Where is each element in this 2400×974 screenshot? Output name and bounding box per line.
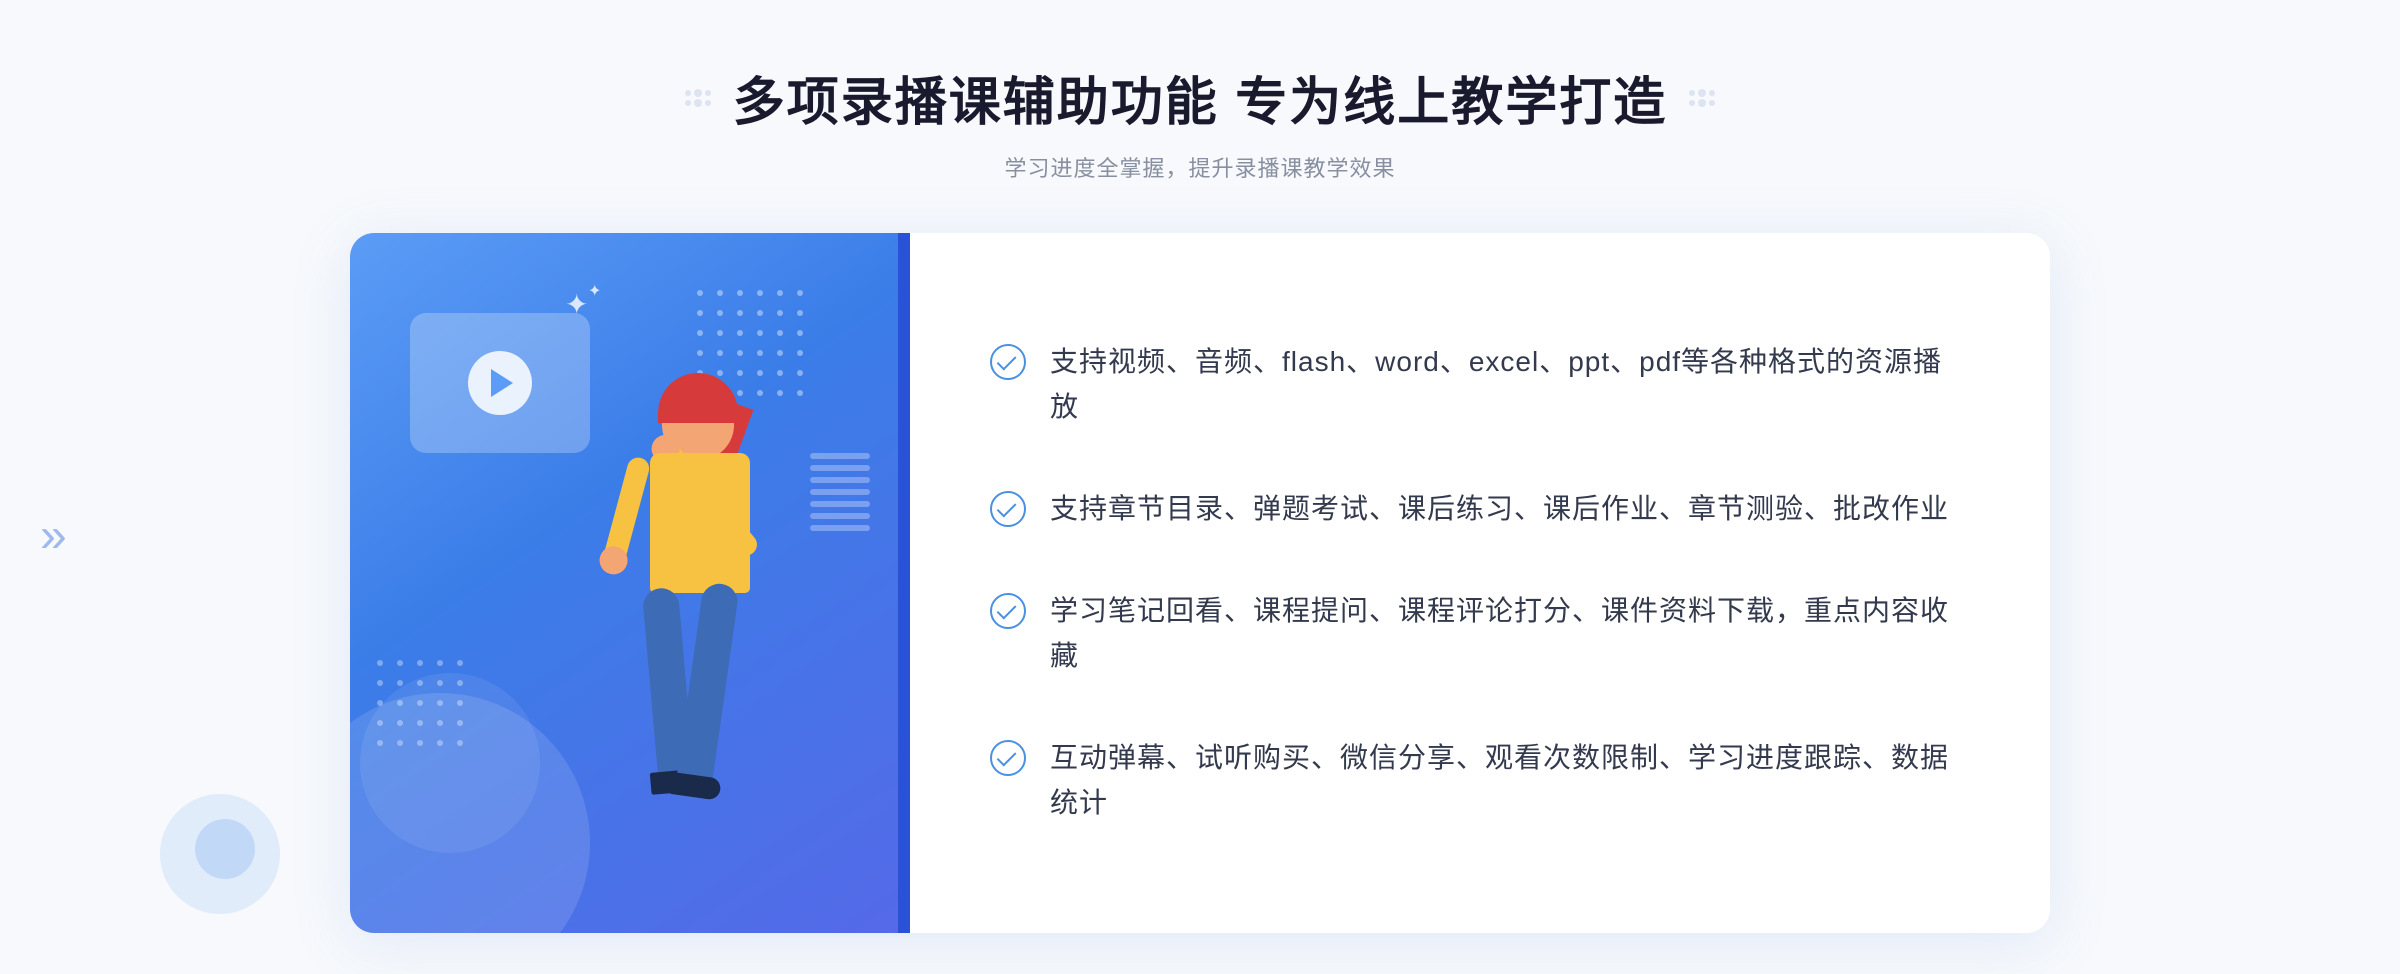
feature-item-2: 支持章节目录、弹题考试、课后练习、课后作业、章节测验、批改作业 — [990, 477, 1970, 542]
check-mark-4 — [997, 747, 1017, 767]
sparkle-icon-1: ✦ — [565, 288, 588, 321]
feature-text-2: 支持章节目录、弹题考试、课后练习、课后作业、章节测验、批改作业 — [1050, 487, 1949, 532]
figure-hand-left — [596, 543, 630, 577]
main-title: 多项录播课辅助功能 专为线上教学打造 — [733, 60, 1667, 135]
check-icon-1 — [990, 344, 1026, 380]
left-arrow-decoration: » — [40, 508, 67, 563]
check-icon-3 — [990, 593, 1026, 629]
page-container: 多项录播课辅助功能 专为线上教学打造 学习进度全掌握，提升录播课教学效果 — [0, 0, 2400, 974]
feature-text-4: 互动弹幕、试听购买、微信分享、观看次数限制、学习进度跟踪、数据统计 — [1050, 736, 1970, 826]
sub-title: 学习进度全掌握，提升录播课教学效果 — [1004, 151, 1395, 183]
blue-accent-bar — [898, 233, 910, 933]
check-icon-2 — [990, 491, 1026, 527]
feature-item-4: 互动弹幕、试听购买、微信分享、观看次数限制、学习进度跟踪、数据统计 — [990, 726, 1970, 836]
figure-torso — [650, 453, 750, 593]
figure-arm-left — [602, 455, 652, 567]
check-icon-4 — [990, 740, 1026, 776]
check-mark-2 — [997, 498, 1017, 518]
title-decoration-left — [683, 88, 713, 108]
feature-item-3: 学习笔记回看、课程提问、课程评论打分、课件资料下载，重点内容收藏 — [990, 579, 1970, 689]
feature-text-3: 学习笔记回看、课程提问、课程评论打分、课件资料下载，重点内容收藏 — [1050, 589, 1970, 679]
title-decoration-right — [1687, 88, 1717, 108]
figure-hair — [658, 373, 738, 423]
circle-deco-inner — [195, 819, 255, 879]
title-section: 多项录播课辅助功能 专为线上教学打造 — [683, 60, 1717, 135]
check-mark-1 — [997, 351, 1017, 371]
feature-item-1: 支持视频、音频、flash、word、excel、ppt、pdf等各种格式的资源… — [990, 330, 1970, 440]
illustration-area: ✦ ✦ — [350, 233, 910, 933]
check-mark-3 — [997, 600, 1017, 620]
figure-illustration — [502, 353, 822, 933]
features-area: 支持视频、音频、flash、word、excel、ppt、pdf等各种格式的资源… — [910, 233, 2050, 933]
content-card: ✦ ✦ — [350, 233, 2050, 933]
sparkle-icon-2: ✦ — [588, 281, 601, 301]
feature-text-1: 支持视频、音频、flash、word、excel、ppt、pdf等各种格式的资源… — [1050, 340, 1970, 430]
figure-shoe-right — [669, 772, 722, 801]
